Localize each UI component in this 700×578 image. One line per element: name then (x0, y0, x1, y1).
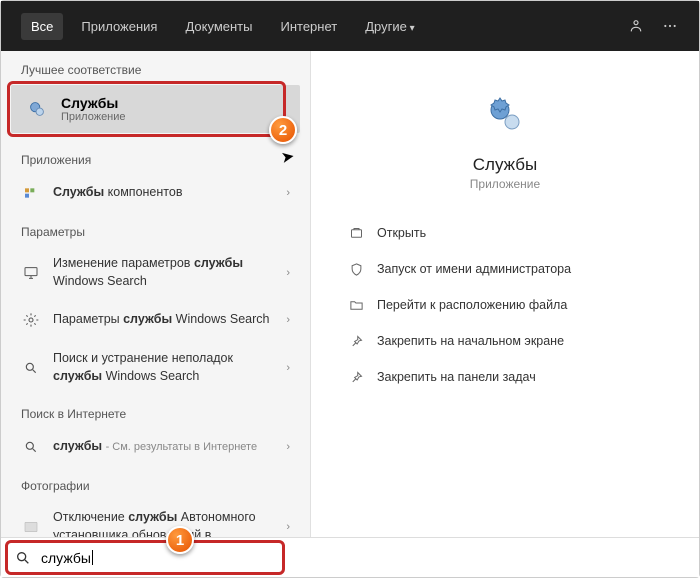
action-pin-start[interactable]: Закрепить на начальном экране (341, 323, 669, 359)
action-shield[interactable]: Запуск от имени администратора (341, 251, 669, 287)
shield-icon (347, 260, 365, 278)
list-item[interactable]: Изменение параметров службы Windows Sear… (1, 245, 310, 300)
action-label: Закрепить на панели задач (377, 370, 536, 384)
list-item-label: службы - См. результаты в Интернете (53, 438, 274, 456)
best-match-item[interactable]: Службы Приложение (11, 85, 300, 133)
comp-icon (21, 183, 41, 203)
tab-другие[interactable]: Другие (355, 13, 424, 40)
list-item-label: Изменение параметров службы Windows Sear… (53, 255, 274, 290)
folder-icon (347, 296, 365, 314)
section-web: Поиск в Интернете (1, 395, 310, 427)
list-item-label: Параметры службы Windows Search (53, 311, 274, 329)
search-bar: службы (1, 537, 699, 577)
list-item[interactable]: Отключение службы Автономного установщик… (1, 499, 310, 537)
list-item[interactable]: Поиск и устранение неполадок службы Wind… (1, 340, 310, 395)
action-folder[interactable]: Перейти к расположению файла (341, 287, 669, 323)
action-pin-task[interactable]: Закрепить на панели задач (341, 359, 669, 395)
tab-все[interactable]: Все (21, 13, 63, 40)
services-icon (25, 97, 49, 121)
chevron-right-icon: › (286, 362, 290, 374)
detail-actions: Открыть Запуск от имени администратора Пер… (341, 215, 669, 395)
pin-start-icon (347, 332, 365, 350)
gear-icon (21, 310, 41, 330)
annotation-badge-2: 2 (269, 116, 297, 144)
header-actions (627, 17, 679, 35)
detail-hero-icon (481, 91, 529, 139)
pin-task-icon (347, 368, 365, 386)
action-label: Перейти к расположению файла (377, 298, 567, 312)
photo-icon (21, 517, 41, 537)
section-best-match: Лучшее соответствие (1, 51, 310, 83)
action-label: Запуск от имени администратора (377, 262, 571, 276)
chevron-right-icon: › (286, 521, 290, 533)
section-settings: Параметры (1, 213, 310, 245)
tab-документы[interactable]: Документы (175, 13, 262, 40)
section-photos: Фотографии (1, 467, 310, 499)
open-icon (347, 224, 365, 242)
action-label: Открыть (377, 226, 426, 240)
chevron-right-icon: › (286, 267, 290, 279)
tab-интернет[interactable]: Интернет (270, 13, 347, 40)
list-item[interactable]: Службы компонентов › (1, 173, 310, 213)
list-item-label: Службы компонентов (53, 184, 274, 202)
monitor-icon (21, 263, 41, 283)
header: Все Приложения Документы Интернет Другие (1, 1, 699, 51)
search-input[interactable]: службы (41, 550, 93, 566)
search-icon (21, 358, 41, 378)
chevron-right-icon: › (286, 441, 290, 453)
best-match-subtitle: Приложение (61, 111, 126, 123)
header-tabs: Все Приложения Документы Интернет Другие (21, 13, 627, 40)
best-match-title: Службы (61, 95, 126, 111)
web-result[interactable]: службы - См. результаты в Интернете › (1, 427, 310, 467)
search-icon (15, 550, 31, 566)
detail-subtitle: Приложение (470, 177, 540, 191)
list-item-label: Отключение службы Автономного установщик… (53, 509, 274, 537)
list-item[interactable]: Параметры службы Windows Search › (1, 300, 310, 340)
more-icon[interactable] (661, 17, 679, 35)
action-label: Закрепить на начальном экране (377, 334, 564, 348)
list-item-label: Поиск и устранение неполадок службы Wind… (53, 350, 274, 385)
detail-panel: Службы Приложение Открыть Запуск от имени… (311, 51, 699, 537)
feedback-icon[interactable] (627, 17, 645, 35)
tab-приложения[interactable]: Приложения (71, 13, 167, 40)
chevron-right-icon: › (286, 314, 290, 326)
detail-title: Службы (473, 155, 537, 175)
chevron-right-icon: › (286, 187, 290, 199)
results-panel: Лучшее соответствие Службы Приложение Пр… (1, 51, 311, 537)
annotation-badge-1: 1 (166, 526, 194, 554)
section-apps: Приложения (1, 141, 310, 173)
action-open[interactable]: Открыть (341, 215, 669, 251)
search-icon (21, 437, 41, 457)
